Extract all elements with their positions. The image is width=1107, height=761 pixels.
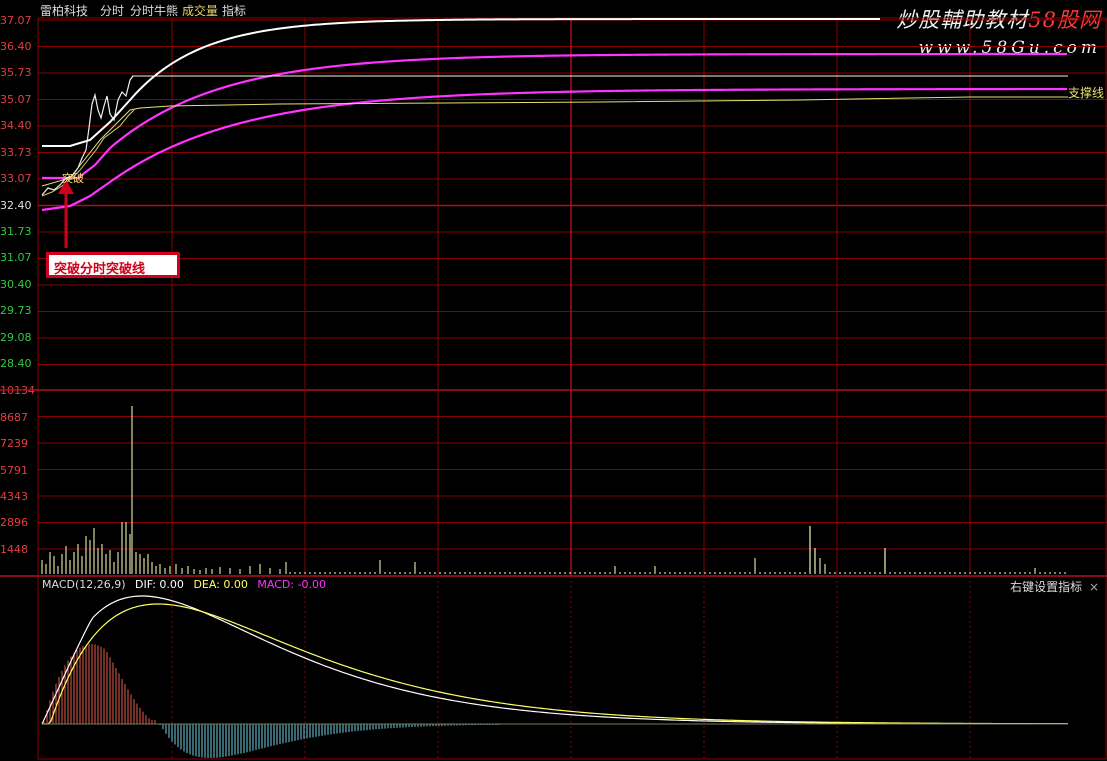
support-line-label: 支撑线 — [1068, 86, 1105, 100]
upper-white-line — [42, 18, 881, 147]
macd-name: MACD(12,26,9) — [42, 578, 126, 591]
chart-canvas — [0, 17, 1107, 760]
breakout-callout: 突破分时突破线 — [46, 252, 180, 278]
macd-histogram — [41, 595, 1069, 758]
macd-value: MACD: -0.00 — [257, 578, 327, 591]
support-line — [41, 96, 1068, 187]
dif-line — [41, 595, 1069, 725]
magenta-lower-line — [41, 87, 1068, 212]
breakout-label: 突破 — [62, 172, 84, 185]
chart-frame — [37, 17, 1107, 760]
macd-dea: DEA: 0.00 — [193, 578, 248, 591]
macd-header: MACD(12,26,9) DIF: 0.00 DEA: 0.00 MACD: … — [42, 578, 332, 591]
indicator-settings[interactable]: 右键设置指标 × — [1010, 578, 1099, 595]
chart-grid — [0, 17, 1107, 760]
macd-dif: DIF: 0.00 — [135, 578, 184, 591]
dea-line — [42, 603, 1069, 725]
annotations — [58, 180, 74, 248]
indicator-settings-label[interactable]: 右键设置指标 — [1010, 580, 1082, 594]
price-lines — [41, 18, 1068, 212]
close-icon[interactable]: × — [1089, 580, 1099, 594]
